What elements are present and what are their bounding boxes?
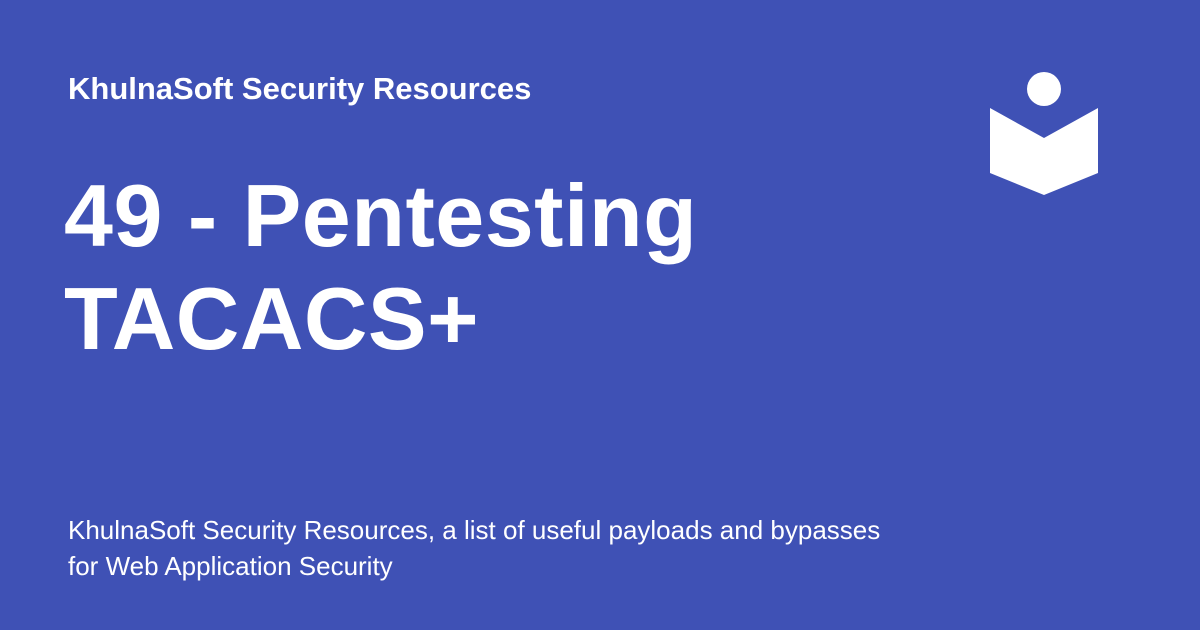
social-card: KhulnaSoft Security Resources 49 - Pente… (0, 0, 1200, 630)
page-description: KhulnaSoft Security Resources, a list of… (68, 515, 881, 581)
page-title-line-2: TACACS+ (64, 269, 480, 368)
page-title: 49 - Pentesting TACACS+ (64, 164, 884, 370)
page-title-line-1: 49 - Pentesting (64, 166, 698, 265)
site-name: KhulnaSoft Security Resources (68, 71, 532, 106)
reader-book-icon (990, 70, 1100, 198)
